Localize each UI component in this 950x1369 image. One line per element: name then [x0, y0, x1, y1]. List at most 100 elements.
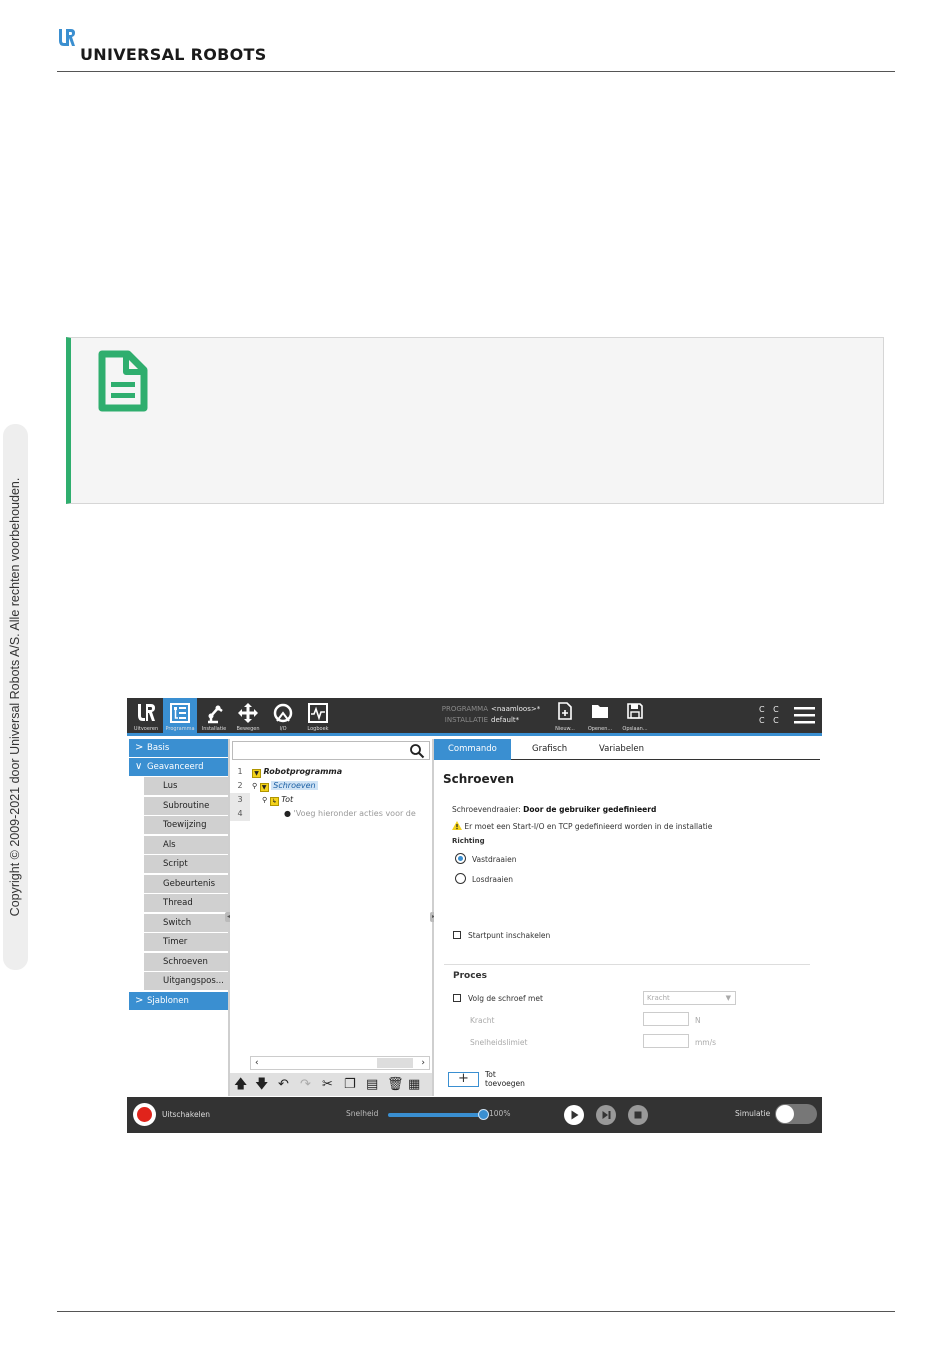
expand-toggle-icon[interactable]: ▼ [259, 783, 269, 792]
nav-category-basis[interactable]: > Basis [129, 739, 228, 757]
start-point-label: Startpunt inschakelen [468, 931, 551, 940]
warning-icon [452, 821, 462, 830]
cut-icon[interactable]: ✂ [322, 1077, 333, 1092]
nav-item-timer[interactable]: Timer [144, 933, 228, 951]
play-icon [571, 1110, 579, 1120]
tree-row[interactable]: 4 ● 'Voeg hieronder acties voor de [230, 807, 432, 821]
io-tab-button[interactable]: I/O [266, 698, 300, 733]
screwdriver-line: Schroevendraaier: Door de gebruiker gede… [452, 805, 657, 814]
paste-icon[interactable]: ▤ [366, 1077, 378, 1092]
scroll-right-icon[interactable]: › [421, 1057, 425, 1069]
speed-slider-knob[interactable] [478, 1109, 489, 1120]
program-name: <naamloos>* [491, 705, 541, 713]
bottom-status-bar: Uitschakelen Snelheid 100% Simulatie [127, 1097, 822, 1133]
program-tree-panel: 1 ▼ Robotprogramma 2 ⚲ ▼ Schroeven 3 ⚲ ↳… [230, 739, 432, 1096]
speed-limit-input[interactable] [643, 1034, 689, 1048]
pin-icon: ⚲ [252, 782, 258, 790]
radio-tighten[interactable] [455, 853, 466, 864]
speed-limit-label: Snelheidslimiet [470, 1038, 528, 1047]
force-input[interactable] [643, 1012, 689, 1026]
play-button[interactable] [564, 1105, 584, 1125]
nav-item-loop[interactable]: Lus [144, 777, 228, 795]
save-file-button[interactable]: Opslaan... [620, 698, 650, 733]
run-tab-button[interactable]: Uitvoeren [129, 698, 163, 733]
force-label: Kracht [470, 1016, 495, 1025]
follow-screw-label: Volg de schroef met [468, 994, 543, 1003]
installation-tab-button[interactable]: Installatie [197, 698, 231, 733]
tree-row[interactable]: 3 ⚲ ↳ Tot [230, 793, 432, 807]
nav-category-templates[interactable]: > Sjablonen [129, 992, 228, 1010]
nav-item-assignment[interactable]: Toewijzing [144, 816, 228, 834]
expand-toggle-icon[interactable]: ▼ [252, 769, 261, 778]
speed-value: 100% [489, 1109, 511, 1118]
radio-loosen-label: Losdraaien [472, 875, 514, 884]
search-input[interactable] [232, 741, 430, 760]
follow-screw-checkbox[interactable] [453, 994, 461, 1002]
move-arrows-icon [238, 703, 258, 723]
move-down-icon[interactable]: 🡇 [255, 1077, 268, 1092]
nav-item-screwing[interactable]: Schroeven [144, 953, 228, 971]
nav-item-subroutine[interactable]: Subroutine [144, 797, 228, 815]
chevron-right-icon: > [135, 742, 144, 753]
nav-item-switch[interactable]: Switch [144, 914, 228, 932]
stop-button[interactable] [628, 1105, 648, 1125]
nav-item-home[interactable]: Uitgangspos... [144, 972, 228, 990]
tree-toolbar: 🡅 🡇 ↶ ↷ ✂ ❐ ▤ 🗑 ▦ [230, 1073, 432, 1096]
power-button[interactable] [133, 1103, 156, 1126]
radio-tighten-label: Vastdraaien [472, 855, 517, 864]
installation-name: default* [491, 716, 520, 724]
redo-icon[interactable]: ↷ [300, 1077, 311, 1092]
follow-mode-select[interactable]: Kracht ▼ [643, 991, 736, 1005]
add-until-button[interactable]: + [448, 1072, 479, 1087]
program-info: PROGRAMMA <naamloos>* INSTALLATIE default* [441, 705, 541, 724]
open-folder-icon [592, 705, 608, 718]
toolbar-accent-line [127, 733, 822, 736]
horizontal-scrollbar[interactable]: ‹ › [250, 1056, 430, 1070]
undo-icon[interactable]: ↶ [278, 1077, 289, 1092]
io-icon [273, 703, 293, 723]
stop-icon [634, 1111, 642, 1119]
simulation-label: Simulatie [735, 1109, 771, 1118]
tab-variables[interactable]: Variabelen [585, 739, 658, 760]
nav-item-script[interactable]: Script [144, 855, 228, 873]
hamburger-menu-icon[interactable] [794, 707, 815, 724]
simulation-toggle[interactable] [775, 1104, 817, 1124]
move-tab-button[interactable]: Bewegen [231, 698, 265, 733]
log-tab-button[interactable]: Logboek [301, 698, 335, 733]
force-unit: N [695, 1016, 701, 1025]
robot-arm-icon [208, 705, 223, 724]
chevron-down-icon: ∨ [135, 761, 143, 772]
new-file-button[interactable]: Nieuw... [550, 698, 580, 733]
direction-label: Richting [452, 837, 485, 845]
step-icon [602, 1111, 611, 1119]
tab-command[interactable]: Commando [434, 739, 511, 760]
radio-loosen[interactable] [455, 873, 466, 884]
search-icon[interactable] [409, 743, 425, 759]
scroll-left-icon[interactable]: ‹ [255, 1057, 259, 1069]
tree-row[interactable]: 2 ⚲ ▼ Schroeven [230, 779, 432, 793]
speed-slider-track[interactable] [388, 1113, 484, 1117]
tree-row[interactable]: 1 ▼ Robotprogramma [230, 765, 432, 779]
scrollbar-thumb[interactable] [377, 1058, 413, 1068]
nav-item-event[interactable]: Gebeurtenis [144, 875, 228, 893]
step-button[interactable] [596, 1105, 616, 1125]
open-file-button[interactable]: Openen... [585, 698, 615, 733]
node-command-panel: Commando Grafisch Variabelen Schroeven S… [434, 739, 822, 1096]
nav-item-if[interactable]: Als [144, 836, 228, 854]
new-file-icon [558, 702, 572, 720]
nav-item-thread[interactable]: Thread [144, 894, 228, 912]
start-point-checkbox[interactable] [453, 931, 461, 939]
installation-warning: Er moet een Start-I/O en TCP gedefinieer… [452, 821, 712, 831]
suppress-icon[interactable]: ▦ [408, 1077, 420, 1092]
nav-category-advanced[interactable]: ∨ Geavanceerd [129, 758, 228, 776]
copy-icon[interactable]: ❐ [344, 1077, 356, 1092]
save-icon [627, 703, 643, 719]
tab-graphics[interactable]: Grafisch [518, 739, 581, 760]
header-rule [57, 71, 895, 72]
delete-icon[interactable]: 🗑 [387, 1077, 404, 1092]
polyscope-screenshot: Uitvoeren Programma Installatie Bewegen … [127, 698, 822, 1133]
program-tab-button[interactable]: Programma [163, 698, 197, 733]
program-icon [170, 703, 190, 723]
move-up-icon[interactable]: 🡅 [234, 1077, 247, 1092]
tab-bar: Commando Grafisch Variabelen [434, 739, 820, 760]
